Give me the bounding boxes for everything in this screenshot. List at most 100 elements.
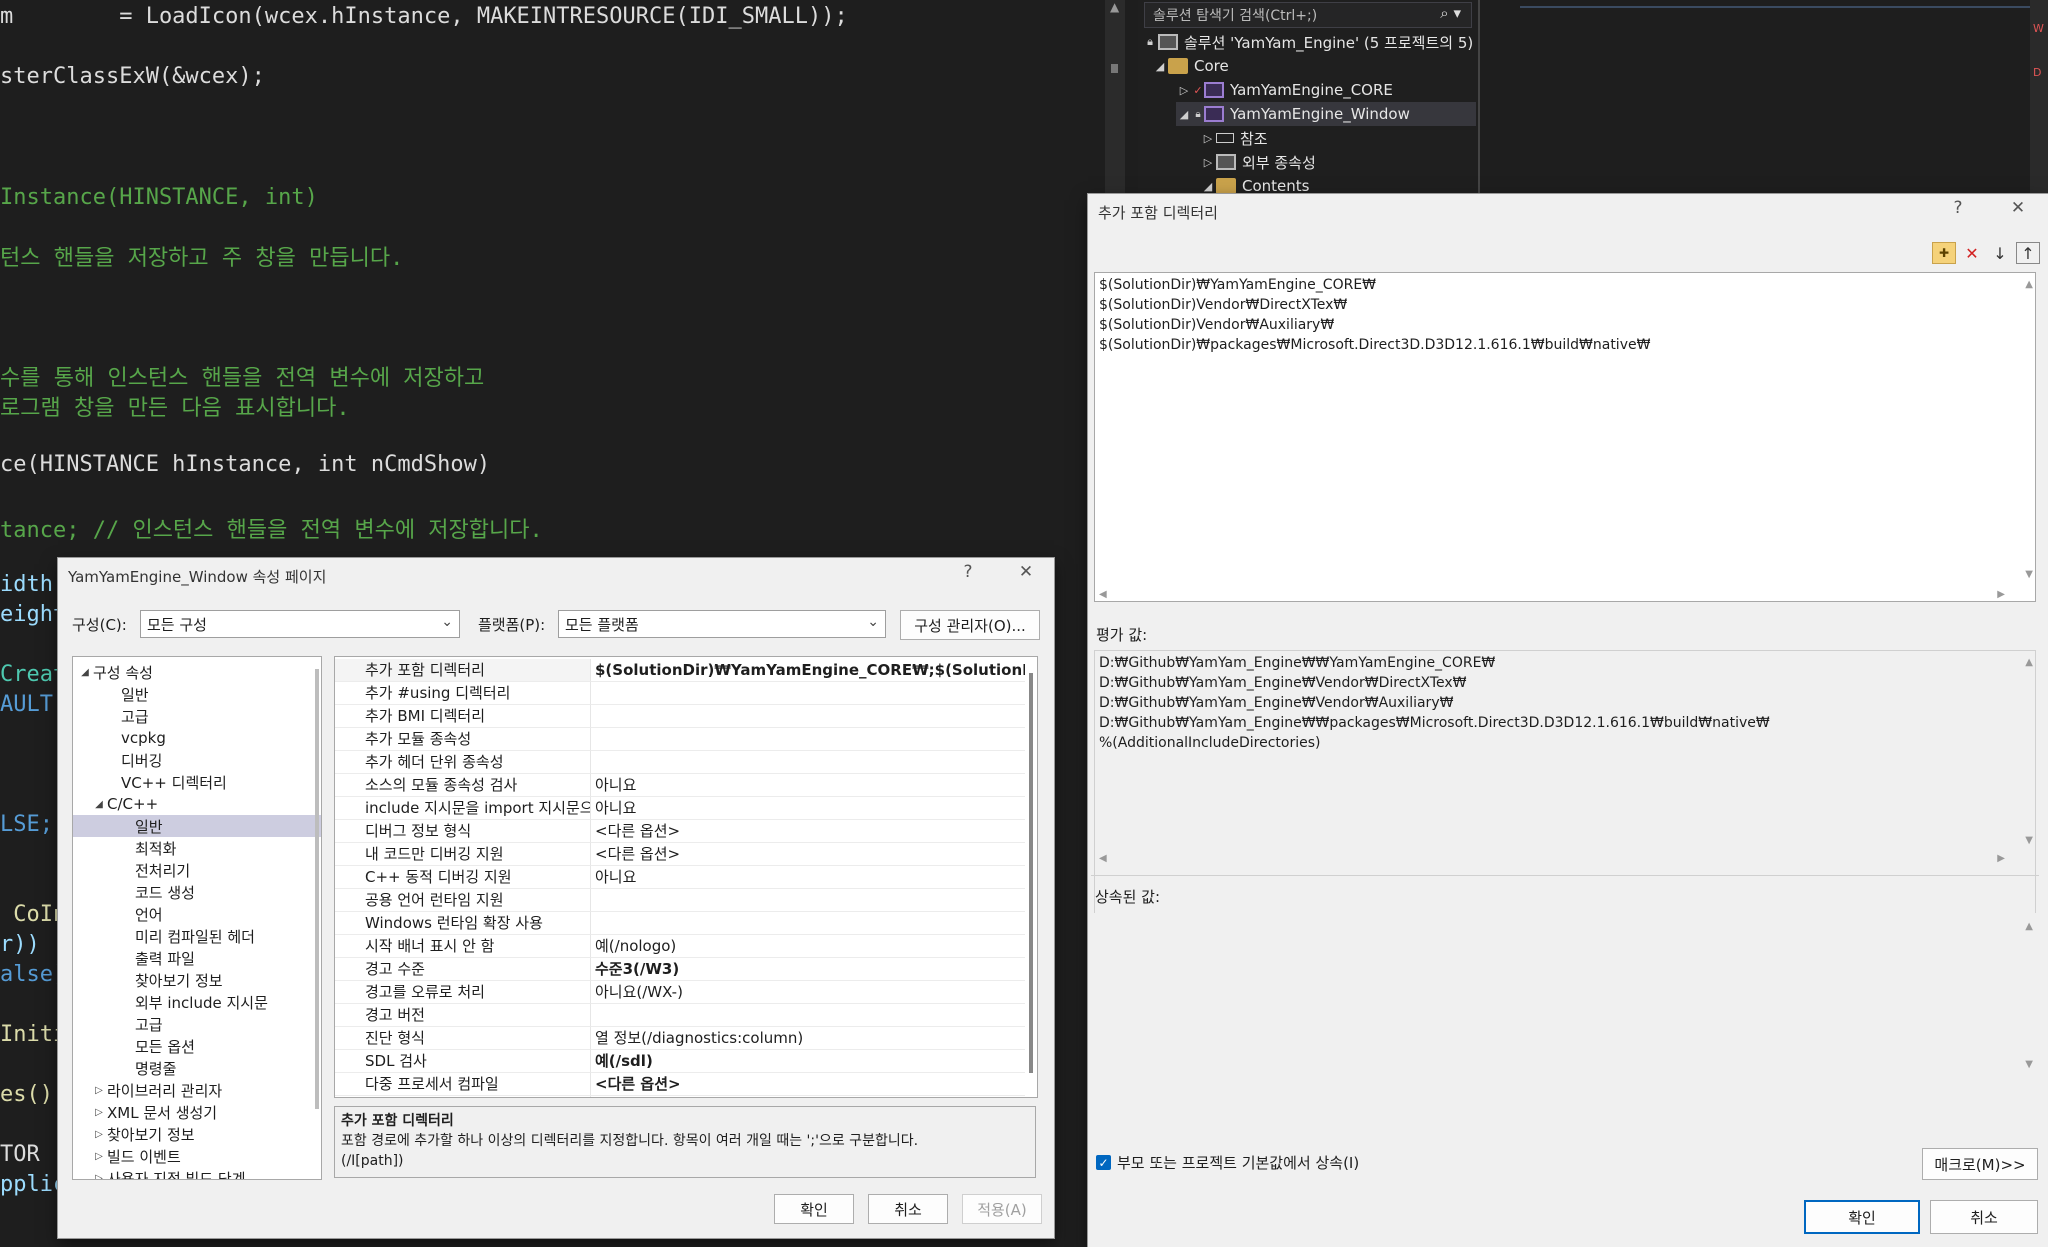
scroll-right-icon[interactable]: ▶ [1997,849,2005,869]
property-tree-item[interactable]: 고급 [119,1013,163,1035]
property-grid-row[interactable]: 공용 언어 런타임 지원 [335,889,1025,912]
tree-item-window-project[interactable]: ◢ 🔒︎ YamYamEngine_Window [1176,102,1476,126]
property-grid-row[interactable]: 경고 수준 수준3(/W3) [335,958,1025,981]
property-grid-row[interactable]: 추가 헤더 단위 종속성 [335,751,1025,774]
property-tree[interactable]: ◢ 구성 속성 일반 고급 vcpkg 디버깅 VC++ 디렉터리 ◢ C/C++ 일반 최적화 전처… [72,656,322,1180]
help-button[interactable]: ? [1944,198,1972,218]
property-tree-item[interactable]: ▷ 라이브러리 관리자 [91,1079,222,1101]
expander-icon[interactable]: ▷ [91,1151,107,1162]
delete-icon[interactable]: ✕ [1960,242,1984,264]
expander-icon[interactable]: ◢ [91,799,107,810]
scroll-up-icon[interactable]: ▲ [1110,0,1119,14]
property-value[interactable]: 아니요 [591,797,1025,820]
property-value[interactable]: 아니요 [591,774,1025,797]
tree-scrollbar[interactable] [315,669,319,1109]
move-up-icon[interactable]: ↑ [2016,242,2040,264]
ok-button[interactable]: 확인 [1804,1200,1920,1234]
new-folder-icon[interactable]: ✚ [1932,242,1956,264]
property-tree-item[interactable]: 최적화 [119,837,176,859]
macros-button[interactable]: 매크로(M)>> [1922,1148,2038,1180]
property-grid-row[interactable]: 추가 BMI 디렉터리 [335,705,1025,728]
property-tree-item[interactable]: ◢ 구성 속성 [77,661,153,683]
expander-icon[interactable]: ◢ [1176,108,1192,121]
expander-icon[interactable]: ◢ [1200,180,1216,193]
scroll-down-icon[interactable]: ▼ [2025,1055,2033,1075]
close-button[interactable]: ✕ [2004,198,2032,218]
expander-icon[interactable]: ▷ [91,1129,107,1140]
search-icon[interactable]: ⌕ ▾ [1440,4,1461,22]
config-manager-button[interactable]: 구성 관리자(O)... [900,610,1040,640]
property-tree-item[interactable]: 코드 생성 [119,881,195,903]
property-tree-item[interactable]: 찾아보기 정보 [119,969,223,991]
property-grid-row[interactable]: 추가 포함 디렉터리 $(SolutionDir)₩YamYamEngine_CO… [335,659,1025,682]
property-value[interactable]: 아니요 [591,866,1025,889]
property-grid-row[interactable]: 디버그 정보 형식 <다른 옵션> [335,820,1025,843]
property-tree-item[interactable]: 미리 컴파일된 헤더 [119,925,255,947]
help-button[interactable]: ? [954,562,982,582]
scroll-up-icon[interactable]: ▲ [2025,275,2033,295]
property-tree-item[interactable]: ◢ C/C++ [91,793,158,815]
property-grid-row[interactable]: 내 코드만 디버깅 지원 <다른 옵션> [335,843,1025,866]
expander-icon[interactable]: ▷ [1200,156,1216,169]
property-value[interactable] [591,889,1025,912]
property-value[interactable] [591,912,1025,935]
property-grid[interactable]: 추가 포함 디렉터리 $(SolutionDir)₩YamYamEngine_CO… [334,656,1038,1098]
tree-item-external-deps[interactable]: ▷ 외부 종속성 [1200,150,1316,174]
cancel-button[interactable]: 취소 [868,1194,948,1224]
property-value[interactable] [591,728,1025,751]
property-value[interactable]: 예(/nologo) [591,935,1025,958]
expander-icon[interactable]: ▷ [91,1107,107,1118]
property-grid-row[interactable]: 추가 모듈 종속성 [335,728,1025,751]
property-tree-item[interactable]: 디버깅 [105,749,162,771]
grid-scrollbar[interactable] [1029,673,1033,1073]
config-select[interactable]: 모든 구성 ⌄ [140,610,460,638]
property-tree-item[interactable]: 외부 include 지시문 [119,991,268,1013]
property-tree-item[interactable]: ▷ XML 문서 생성기 [91,1101,217,1123]
property-tree-item[interactable]: ▷ 찾아보기 정보 [91,1123,194,1145]
property-tree-item[interactable]: 고급 [105,705,149,727]
tree-item-references[interactable]: ▷ 참조 [1200,126,1268,150]
property-grid-row[interactable]: 주소 삭제기 사용아니요 [335,1096,1025,1097]
property-grid-row[interactable]: 진단 형식 열 정보(/diagnostics:column) [335,1027,1025,1050]
property-value[interactable]: 예(/sdl) [591,1050,1025,1073]
horizontal-scrollbar[interactable]: ◀ ▶ [1099,585,2005,601]
property-grid-row[interactable]: include 지시문을 import 지시문으로 아니요 [335,797,1025,820]
property-grid-row[interactable]: 추가 #using 디렉터리 [335,682,1025,705]
platform-select[interactable]: 모든 플랫폼 ⌄ [558,610,886,638]
expander-icon[interactable]: ◢ [1152,60,1168,73]
cancel-button[interactable]: 취소 [1930,1200,2038,1234]
scroll-right-icon[interactable]: ▶ [1997,585,2005,605]
property-grid-row[interactable]: 경고 버전 [335,1004,1025,1027]
property-tree-item[interactable]: 전처리기 [119,859,190,881]
property-tree-item[interactable]: ▷ 빌드 이벤트 [91,1145,181,1167]
expander-icon[interactable]: ▷ [1176,84,1192,97]
property-tree-item[interactable]: ▷ 사용자 지정 빌드 단계 [91,1167,245,1180]
property-value[interactable]: 수준3(/W3) [591,958,1025,981]
scroll-down-icon[interactable]: ▼ [2025,565,2033,585]
property-tree-item[interactable]: VC++ 디렉터리 [105,771,227,793]
expander-icon[interactable]: ▷ [91,1173,107,1180]
property-grid-row[interactable]: C++ 동적 디버깅 지원 아니요 [335,866,1025,889]
property-value[interactable] [591,705,1025,728]
property-tree-item[interactable]: 일반 [105,683,149,705]
property-tree-item[interactable]: 언어 [119,903,163,925]
property-tree-item[interactable]: 출력 파일 [119,947,195,969]
property-tree-item[interactable]: 명령줄 [119,1057,176,1079]
close-button[interactable]: ✕ [1012,562,1040,582]
property-grid-row[interactable]: 경고를 오류로 처리 아니요(/WX-) [335,981,1025,1004]
expander-icon[interactable]: ◢ [77,667,93,678]
property-grid-row[interactable]: 시작 배너 표시 안 함 예(/nologo) [335,935,1025,958]
property-value[interactable]: 아니요(/WX-) [591,981,1025,1004]
editor-scrollbar[interactable]: ▲ [1105,0,1125,200]
scroll-down-icon[interactable]: ▼ [2025,831,2033,851]
tree-item-core-project[interactable]: ▷ ✓ YamYamEngine_CORE [1176,78,1393,102]
property-value[interactable] [591,682,1025,705]
scroll-up-icon[interactable]: ▲ [2025,917,2033,937]
solution-search-input[interactable]: 솔루션 탐색기 검색(Ctrl+;) ⌕ ▾ [1144,2,1472,28]
tree-item-solution[interactable]: 🔒︎ 솔루션 'YamYam_Engine' (5 프로젝트의 5) [1142,30,1473,54]
property-grid-row[interactable]: 다중 프로세서 컴파일 <다른 옵션> [335,1073,1025,1096]
horizontal-scrollbar[interactable]: ◀ ▶ [1099,849,2005,865]
property-value[interactable]: <다른 옵션> [591,1073,1025,1096]
property-value[interactable]: $(SolutionDir)₩YamYamEngine_CORE₩;$(Solu… [591,659,1025,682]
tree-item-core[interactable]: ◢ Core [1152,54,1229,78]
